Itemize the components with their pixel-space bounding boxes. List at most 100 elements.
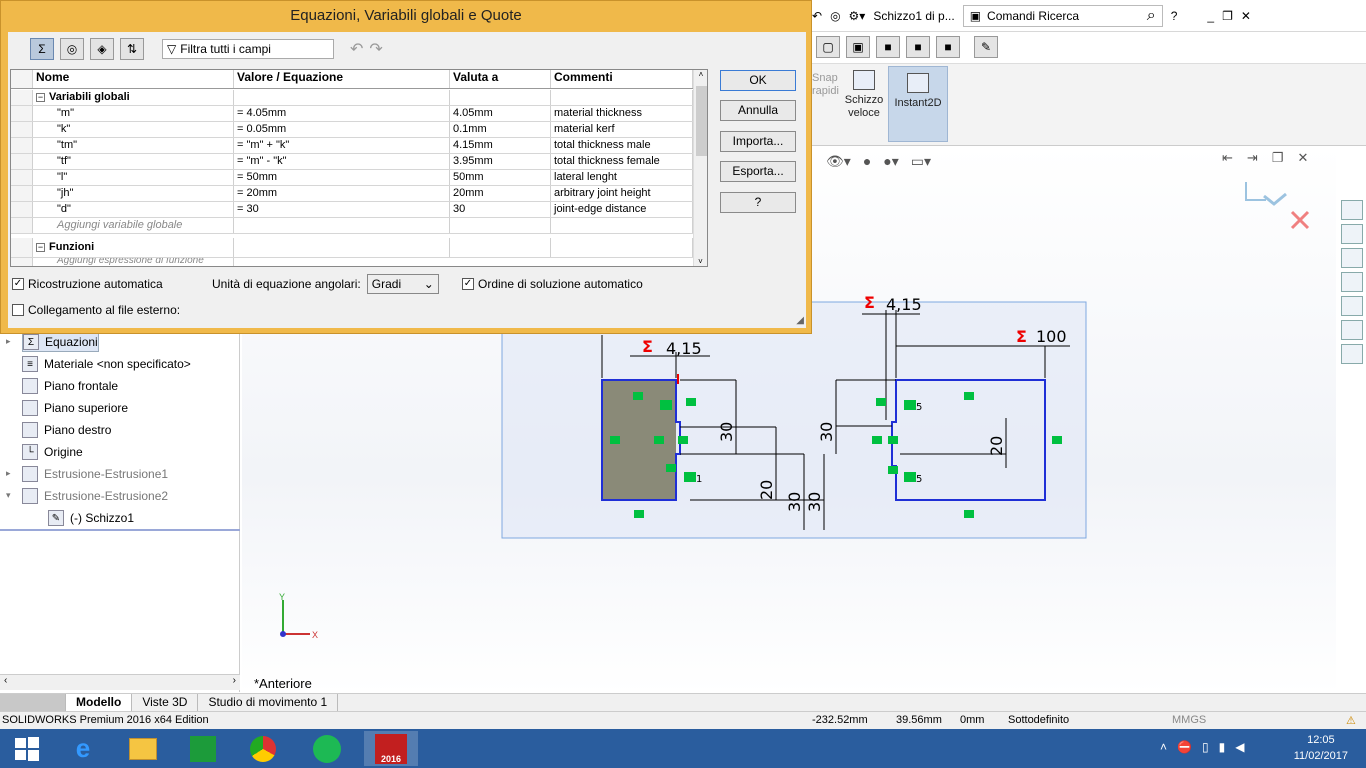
pen-icon[interactable]: ✎	[974, 36, 998, 58]
dim-30-c[interactable]: 30	[785, 492, 804, 512]
export-button[interactable]: Esporta...	[720, 161, 796, 182]
start-icon[interactable]	[0, 731, 54, 766]
var-value-cell[interactable]: = 20mm	[234, 186, 450, 201]
add-global-row[interactable]: Aggiungi variabile globale	[11, 218, 693, 234]
tab-modello[interactable]: Modello	[66, 694, 133, 711]
close-icon[interactable]: ✕	[1241, 9, 1251, 23]
help-button-dialog[interactable]: ?	[720, 192, 796, 213]
dim-20-b[interactable]: 20	[987, 436, 1006, 456]
scroll-up-icon[interactable]: ˄	[694, 70, 707, 79]
scroll-left-icon[interactable]: ‹	[4, 675, 7, 690]
group-functions-row[interactable]: − Funzioni	[11, 238, 693, 258]
var-comment-cell[interactable]: material kerf	[551, 122, 693, 137]
col-commenti[interactable]: Commenti	[551, 70, 693, 88]
add-global-hint[interactable]: Aggiungi variabile globale	[33, 218, 234, 233]
solidworks-icon[interactable]: 2016	[364, 731, 418, 766]
display-icon[interactable]: ▭▾	[911, 153, 931, 170]
signal-icon[interactable]: ▮	[1219, 740, 1226, 754]
exit-sketch-icon[interactable]	[1245, 182, 1266, 201]
rollback-bar[interactable]	[0, 529, 240, 531]
order-checkbox[interactable]: ✓	[462, 278, 474, 290]
battery-icon[interactable]: ▯	[1202, 740, 1209, 754]
table-row[interactable]: "k" = 0.05mm 0.1mm material kerf	[11, 122, 693, 138]
status-units[interactable]: MMGS	[1172, 714, 1206, 726]
cancel-button[interactable]: Annulla	[720, 100, 796, 121]
dim-30-d[interactable]: 30	[805, 492, 824, 512]
table-row[interactable]: "tm" = "m" + "k" 4.15mm total thickness mal…	[11, 138, 693, 154]
ok-button[interactable]: OK	[720, 70, 796, 91]
viewport-prev-icon[interactable]: ⇤	[1222, 150, 1233, 166]
var-value-cell[interactable]: = 50mm	[234, 170, 450, 185]
tab-studio-movimento[interactable]: Studio di movimento 1	[198, 694, 339, 711]
explorer-icon[interactable]	[116, 731, 170, 766]
opt-rebuild[interactable]: ✓ Ricostruzione automatica	[12, 277, 163, 291]
opt-link[interactable]: Collegamento al file esterno:	[12, 303, 180, 317]
scroll-down-icon[interactable]: ˅	[694, 257, 707, 266]
instant2d-button[interactable]: Instant2D	[888, 66, 948, 142]
tab-viste-3d[interactable]: Viste 3D	[132, 694, 199, 711]
viewport-restore-icon[interactable]: ❐	[1272, 150, 1284, 166]
sigma-dim-1[interactable]: Σ	[642, 337, 653, 356]
dimension-view-icon[interactable]: ◈	[90, 38, 114, 60]
tree-hscroll[interactable]: ‹ ›	[0, 674, 240, 690]
sigma-dim-3[interactable]: Σ	[1016, 327, 1027, 346]
spotify-icon[interactable]	[300, 731, 354, 766]
collapse-icon[interactable]: −	[36, 243, 45, 252]
add-function-hint[interactable]: Aggiungi espressione di funzione	[33, 258, 234, 266]
quick-snaps-label[interactable]: Snap rapidi	[812, 72, 839, 98]
dim-4-15-a[interactable]: 4,15	[666, 339, 702, 358]
var-value-cell[interactable]: = 0.05mm	[234, 122, 450, 137]
var-value-cell[interactable]: = 4.05mm	[234, 106, 450, 121]
tree-item-materiale[interactable]: ≡ Materiale <non specificato>	[22, 354, 191, 374]
table-vscroll[interactable]: ˄ ˅	[693, 70, 707, 266]
view-cube-1-icon[interactable]: ▢	[816, 36, 840, 58]
dialog-title[interactable]: Equazioni, Variabili globali e Quote	[1, 1, 811, 31]
tray-arrow-icon[interactable]: ˄	[1160, 740, 1167, 754]
store-icon[interactable]	[176, 731, 230, 766]
view-cube-3-icon[interactable]: ■	[876, 36, 900, 58]
var-comment-cell[interactable]: total thickness female	[551, 154, 693, 169]
tree-item-equazioni[interactable]: Σ Equazioni	[22, 332, 99, 352]
group-globals-row[interactable]: − Variabili globali	[11, 90, 693, 106]
appearance-icon[interactable]: ●	[863, 153, 871, 169]
col-valore[interactable]: Valore / Equazione	[234, 70, 450, 88]
opt-order[interactable]: ✓ Ordine di soluzione automatico	[462, 277, 643, 291]
search-commands[interactable]: ▣ Comandi Ricerca ⌕	[962, 5, 1163, 27]
dim-100[interactable]: 100	[1036, 327, 1067, 346]
home-icon[interactable]	[1341, 200, 1363, 220]
col-valuta[interactable]: Valuta a	[450, 70, 551, 88]
var-comment-cell[interactable]: joint-edge distance	[551, 202, 693, 217]
var-value-cell[interactable]: = "m" - "k"	[234, 154, 450, 169]
scroll-right-icon[interactable]: ›	[233, 675, 236, 690]
rebuild-icon[interactable]: ⚠	[1346, 714, 1356, 727]
sketch-equation-view-icon[interactable]: ◎	[60, 38, 84, 60]
appearance-pane-icon[interactable]	[1341, 296, 1363, 316]
var-comment-cell[interactable]: lateral lenght	[551, 170, 693, 185]
var-value-cell[interactable]: = "m" + "k"	[234, 138, 450, 153]
filter-input[interactable]: ▽ Filtra tutti i campi	[162, 39, 334, 59]
table-row[interactable]: "jh" = 20mm 20mm arbitrary joint height	[11, 186, 693, 202]
search-icon[interactable]: ⌕	[1147, 7, 1156, 25]
scroll-thumb[interactable]	[696, 86, 707, 156]
mouse-icon[interactable]: ◎	[830, 9, 840, 23]
var-comment-cell[interactable]: material thickness	[551, 106, 693, 121]
back-icon[interactable]: ↶	[812, 9, 822, 23]
hide-show-icon[interactable]: 👁▾	[826, 153, 851, 170]
equations-view-icon[interactable]: Σ	[30, 38, 54, 60]
tree-item-piano-frontale[interactable]: Piano frontale	[22, 376, 118, 396]
rebuild-checkbox[interactable]: ✓	[12, 278, 24, 290]
view-cube-4-icon[interactable]: ■	[906, 36, 930, 58]
view-cube-2-icon[interactable]: ▣	[846, 36, 870, 58]
resize-grip-icon[interactable]: ◢	[796, 315, 804, 326]
table-row[interactable]: "tf" = "m" - "k" 3.95mm total thickness fem…	[11, 154, 693, 170]
help-button[interactable]: ?	[1171, 9, 1178, 23]
tree-expand-icon[interactable]: ▸	[6, 336, 11, 347]
minimize-icon[interactable]: _	[1207, 9, 1214, 23]
tree-item-piano-destro[interactable]: Piano destro	[22, 420, 111, 440]
collapse-icon[interactable]: −	[36, 93, 45, 102]
var-value-cell[interactable]: = 30	[234, 202, 450, 217]
add-function-row[interactable]: Aggiungi espressione di funzione	[11, 258, 693, 266]
import-button[interactable]: Importa...	[720, 131, 796, 152]
table-row[interactable]: "m" = 4.05mm 4.05mm material thickness	[11, 106, 693, 122]
view-cube-5-icon[interactable]: ■	[936, 36, 960, 58]
